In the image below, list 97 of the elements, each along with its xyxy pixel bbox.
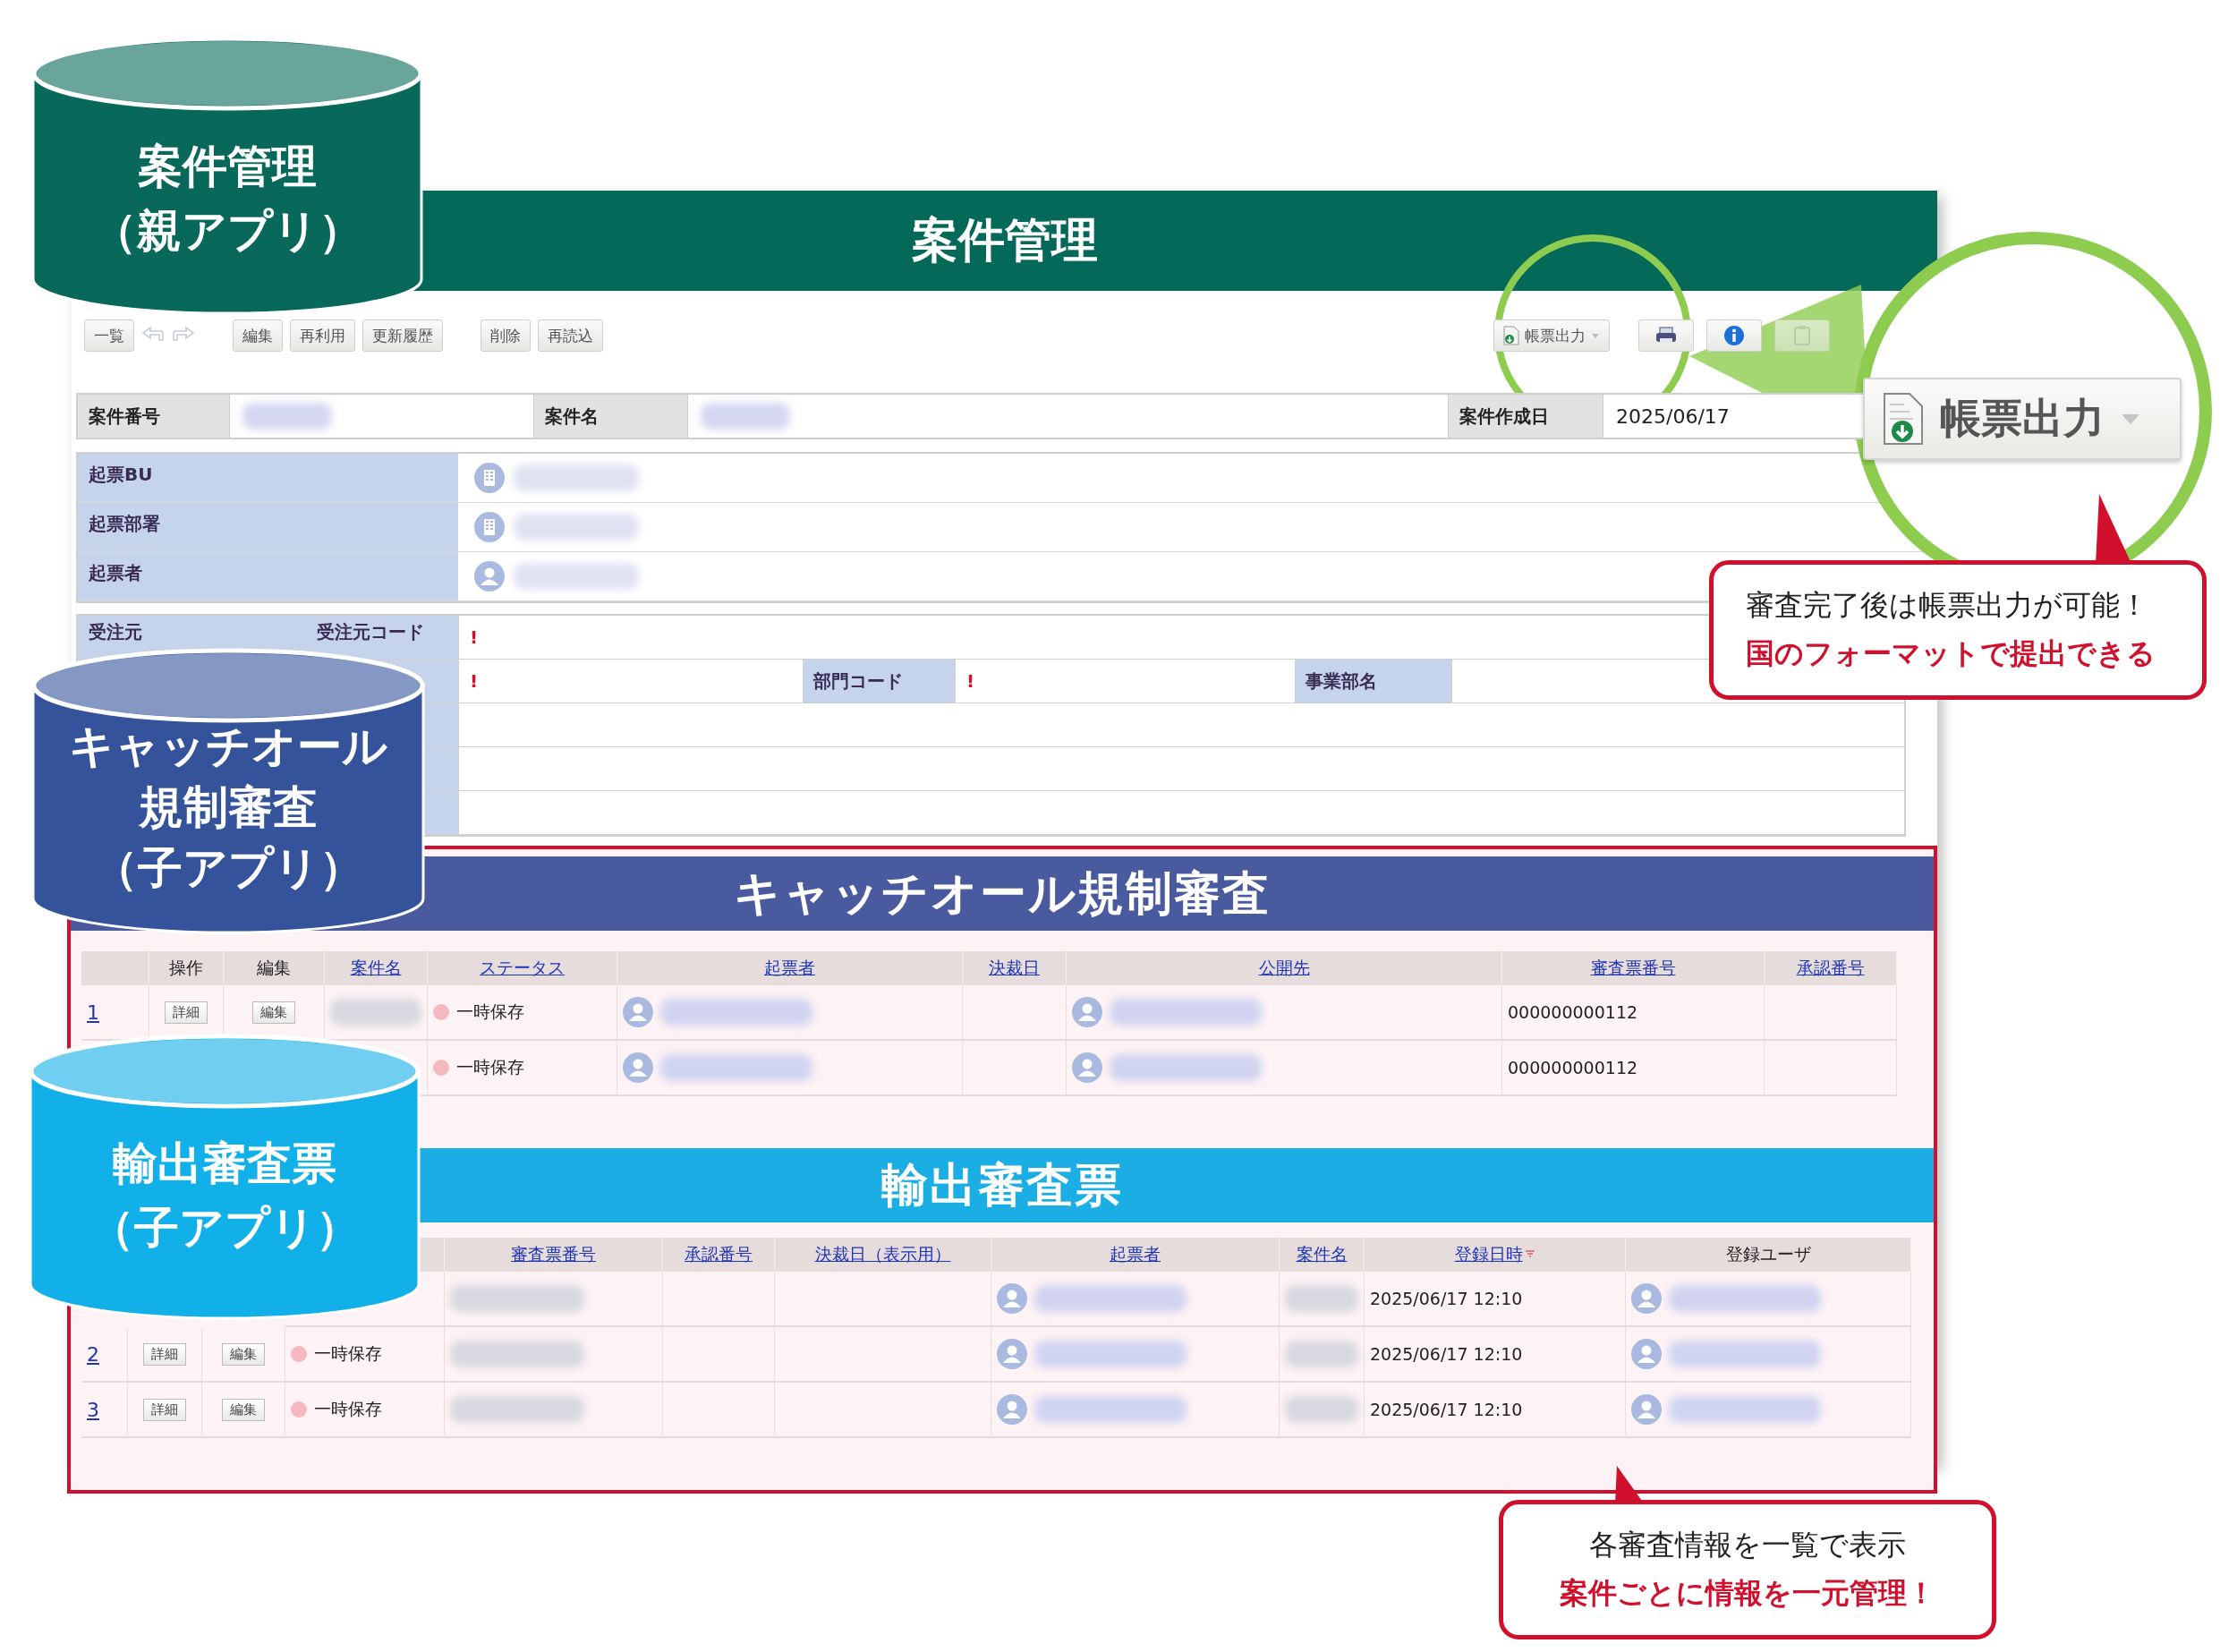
app-title: 案件管理 bbox=[911, 212, 1098, 268]
column-header-link[interactable]: 登録日時 bbox=[1454, 1243, 1523, 1266]
required-mark: ! bbox=[966, 670, 975, 692]
field-label: 案件名 bbox=[534, 395, 688, 438]
person-icon bbox=[474, 561, 505, 592]
table-cell: 000000000112 bbox=[1502, 1041, 1765, 1096]
print-button[interactable] bbox=[1638, 319, 1694, 352]
column-header-link[interactable]: 審査票番号 bbox=[1590, 957, 1676, 980]
toolbar-button[interactable]: 再利用 bbox=[290, 319, 355, 352]
building-icon bbox=[474, 463, 505, 493]
callout-text: 各審査情報を一覧で表示 bbox=[1589, 1527, 1906, 1563]
row-button[interactable]: 詳細 bbox=[143, 1342, 186, 1366]
person-icon bbox=[1072, 997, 1102, 1027]
caret-icon bbox=[1591, 332, 1600, 339]
column-header-link[interactable]: 案件名 bbox=[1296, 1243, 1348, 1266]
status-text: 一時保存 bbox=[314, 1398, 382, 1420]
cylinder-label: （親アプリ） bbox=[91, 204, 363, 258]
column-header-link[interactable]: 承認番号 bbox=[685, 1243, 753, 1266]
column-header-link[interactable]: 決裁日 bbox=[989, 957, 1040, 980]
report-output-button[interactable]: 帳票出力 bbox=[1493, 319, 1610, 352]
row-button[interactable]: 編集 bbox=[252, 1001, 295, 1024]
table-cell: 2025/06/17 12:10 bbox=[1365, 1272, 1626, 1327]
sort-icon[interactable] bbox=[1524, 1249, 1535, 1260]
cylinder-label: 規制審査 bbox=[139, 780, 318, 834]
person-icon bbox=[997, 1283, 1027, 1314]
person-icon bbox=[623, 997, 653, 1027]
field-label: 受注元コード bbox=[306, 616, 458, 659]
caret-icon bbox=[2121, 413, 2140, 425]
required-mark: ! bbox=[470, 626, 479, 648]
column-header-link[interactable]: 審査票番号 bbox=[511, 1243, 596, 1266]
person-icon bbox=[1631, 1283, 1662, 1314]
toolbar-button[interactable]: 再読込 bbox=[538, 319, 603, 352]
cylinder-label: （子アプリ） bbox=[89, 1201, 361, 1255]
status-dot bbox=[433, 1060, 449, 1076]
person-icon bbox=[1631, 1394, 1662, 1425]
cylinder-label: 輸出審査票 bbox=[113, 1137, 336, 1190]
info-button[interactable] bbox=[1706, 319, 1762, 352]
field-value: 2025/06/17 bbox=[1616, 404, 1730, 428]
status-dot bbox=[291, 1401, 307, 1418]
toolbar-button[interactable]: 削除 bbox=[481, 319, 531, 352]
field-label: 起票部署 bbox=[78, 503, 458, 552]
person-icon bbox=[1631, 1339, 1662, 1369]
column-header: 編集 bbox=[257, 957, 291, 979]
printer-icon bbox=[1655, 327, 1677, 345]
row-button[interactable]: 編集 bbox=[222, 1342, 265, 1366]
table-cell: 2025/06/17 12:10 bbox=[1365, 1327, 1626, 1383]
column-header-link[interactable]: 起票者 bbox=[1110, 1243, 1161, 1266]
toolbar-button[interactable]: 一覧 bbox=[84, 319, 134, 352]
clipboard-button[interactable] bbox=[1774, 319, 1830, 352]
callout-text: 国のフォーマットで提出できる bbox=[1746, 635, 2156, 672]
status-dot bbox=[433, 1004, 449, 1020]
cylinder-label: 案件管理 bbox=[138, 140, 317, 193]
info-icon bbox=[1723, 325, 1745, 346]
column-header-link[interactable]: 公開先 bbox=[1258, 957, 1310, 980]
status-dot bbox=[291, 1346, 307, 1362]
column-header-link[interactable]: 起票者 bbox=[764, 957, 815, 980]
section-title: キャッチオール規制審査 bbox=[734, 864, 1271, 922]
field-label: 案件番号 bbox=[78, 395, 230, 438]
row-number-link[interactable]: 3 bbox=[87, 1398, 99, 1421]
field-label: 案件作成日 bbox=[1449, 395, 1603, 438]
cylinder-label: キャッチオール bbox=[69, 720, 387, 773]
clipboard-icon bbox=[1793, 325, 1811, 346]
field-label: 起票者 bbox=[78, 552, 458, 601]
person-icon bbox=[623, 1052, 653, 1083]
row-button[interactable]: 詳細 bbox=[143, 1398, 186, 1421]
callout-text: 案件ごとに情報を一元管理！ bbox=[1560, 1575, 1935, 1612]
field-label: 部門コード bbox=[803, 660, 955, 703]
row-button[interactable]: 詳細 bbox=[165, 1001, 208, 1024]
row-number-link[interactable]: 2 bbox=[87, 1342, 99, 1366]
column-header: 操作 bbox=[169, 957, 203, 979]
row-number-link[interactable]: 1 bbox=[87, 1001, 99, 1024]
table-cell: 2025/06/17 12:10 bbox=[1365, 1383, 1626, 1438]
cylinder-label: （子アプリ） bbox=[92, 841, 364, 895]
person-icon bbox=[1072, 1052, 1102, 1083]
table-cell: 000000000112 bbox=[1502, 985, 1765, 1041]
required-mark: ! bbox=[470, 670, 479, 692]
field-label: 起票BU bbox=[78, 454, 458, 503]
column-header-link[interactable]: 案件名 bbox=[350, 957, 402, 980]
status-text: 一時保存 bbox=[314, 1342, 382, 1365]
person-icon bbox=[997, 1339, 1027, 1369]
row-button[interactable]: 編集 bbox=[222, 1398, 265, 1421]
person-icon bbox=[997, 1394, 1027, 1425]
section-title: 輸出審査票 bbox=[881, 1156, 1123, 1213]
building-icon bbox=[474, 512, 505, 542]
column-header: 登録ユーザ bbox=[1725, 1243, 1811, 1265]
document-download-icon bbox=[1503, 326, 1519, 345]
toolbar-button[interactable]: 更新履歴 bbox=[362, 319, 443, 352]
document-download-icon bbox=[1883, 392, 1924, 446]
column-header-link[interactable]: 承認番号 bbox=[1796, 957, 1865, 980]
column-header-link[interactable]: ステータス bbox=[480, 957, 565, 980]
field-label: 事業部名 bbox=[1295, 660, 1451, 703]
column-header-link[interactable]: 決裁日（表示用） bbox=[814, 1243, 951, 1266]
status-text: 一時保存 bbox=[456, 1001, 524, 1023]
report-output-button[interactable]: 帳票出力 bbox=[1863, 378, 2182, 460]
callout-text: 審査完了後は帳票出力が可能！ bbox=[1746, 587, 2149, 624]
toolbar-button[interactable]: 編集 bbox=[233, 319, 283, 352]
status-text: 一時保存 bbox=[456, 1056, 524, 1078]
